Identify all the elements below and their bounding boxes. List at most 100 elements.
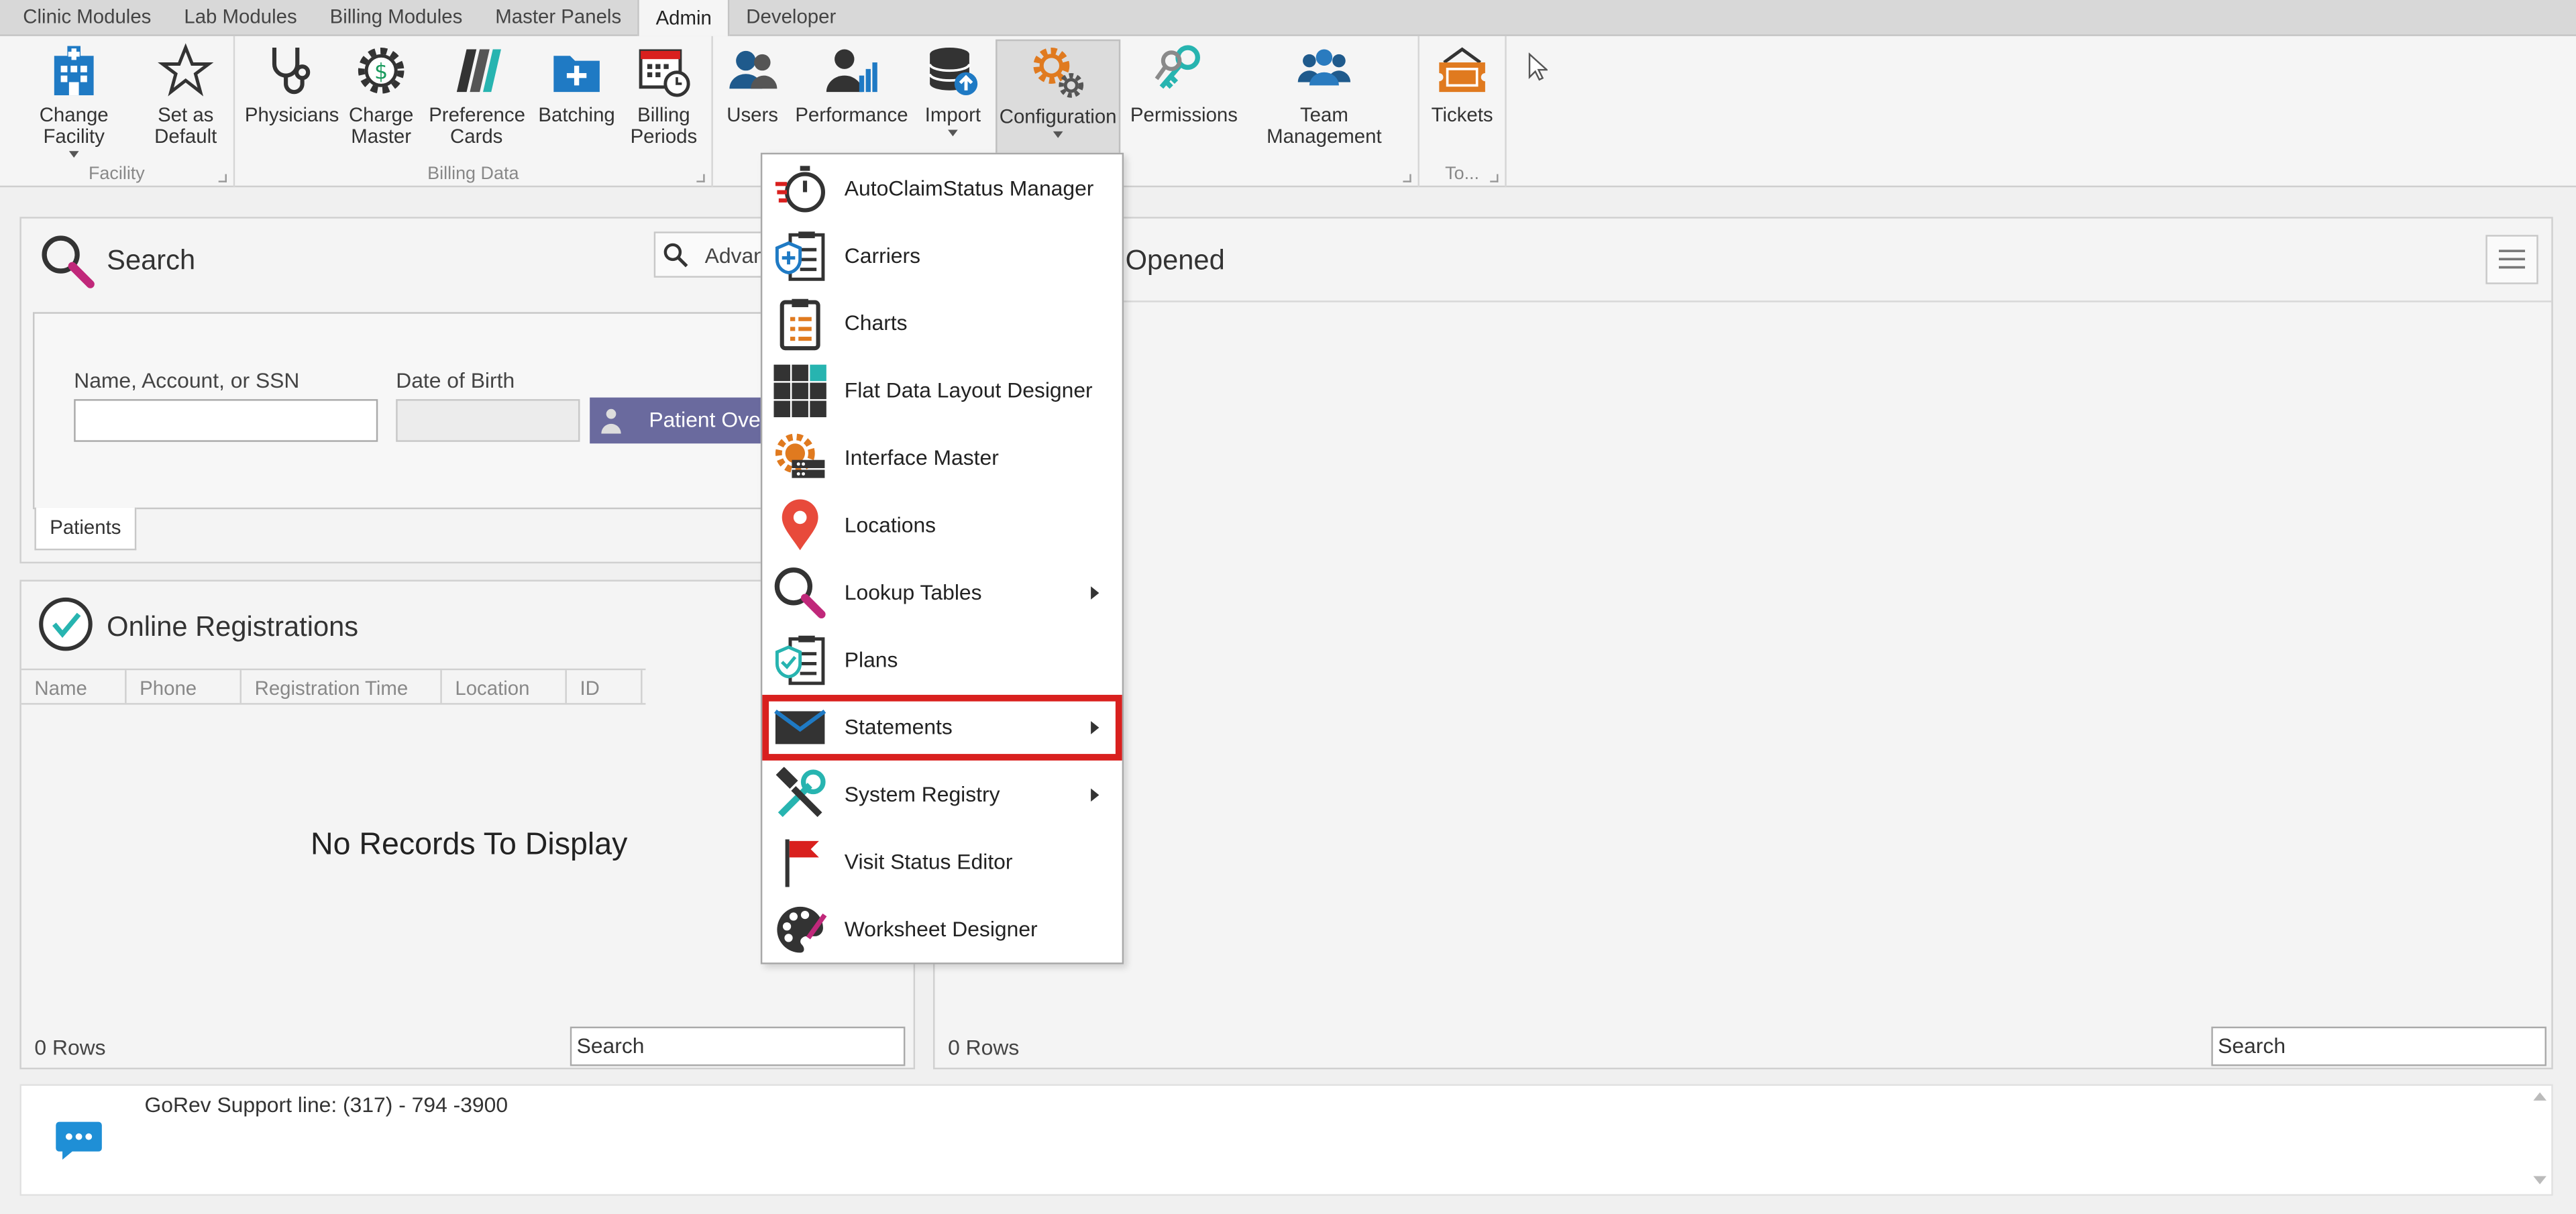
group-caption-billing-data: Billing Data bbox=[427, 164, 519, 184]
stopwatch-icon bbox=[775, 166, 826, 213]
physicians-button[interactable]: Physicians bbox=[245, 43, 339, 127]
tab-patients[interactable]: Patients bbox=[34, 507, 137, 551]
footer-scrollbar[interactable] bbox=[2532, 1092, 2548, 1191]
menu-item-label: Statements bbox=[844, 714, 953, 740]
ribbon: Change Facility Set as Default Facility bbox=[0, 36, 2576, 188]
menu-item-autoclaimstatus-manager[interactable]: AutoClaimStatus Manager bbox=[762, 156, 1122, 222]
column-header-id[interactable]: ID bbox=[567, 670, 643, 704]
set-as-default-button[interactable]: Set as Default bbox=[148, 43, 223, 148]
tab-lab-modules[interactable]: Lab Modules bbox=[168, 0, 313, 34]
menu-item-interface-master[interactable]: Interface Master bbox=[762, 425, 1122, 491]
tab-clinic-modules[interactable]: Clinic Modules bbox=[7, 0, 168, 34]
menu-item-system-registry[interactable]: System Registry bbox=[762, 762, 1122, 828]
name-account-ssn-input[interactable] bbox=[74, 399, 378, 442]
preference-cards-button[interactable]: Preference Cards bbox=[429, 43, 525, 148]
menu-item-statements[interactable]: Statements bbox=[762, 694, 1122, 761]
tab-developer[interactable]: Developer bbox=[730, 0, 853, 34]
menu-item-label: AutoClaimStatus Manager bbox=[844, 176, 1094, 201]
team-management-button[interactable]: Team Management bbox=[1242, 43, 1406, 148]
ticket-icon bbox=[1435, 47, 1490, 93]
configuration-button[interactable]: Configuration bbox=[996, 39, 1121, 158]
hamburger-icon bbox=[2498, 250, 2526, 269]
stethoscope-icon bbox=[272, 48, 311, 95]
user-chart-icon bbox=[826, 49, 877, 93]
group-expand-icon[interactable] bbox=[1403, 174, 1411, 182]
batching-button[interactable]: Batching bbox=[537, 43, 616, 127]
column-header-name[interactable]: Name bbox=[21, 670, 127, 704]
recent-search-input[interactable]: Search bbox=[2211, 1026, 2546, 1066]
tickets-button[interactable]: Tickets bbox=[1426, 43, 1499, 127]
search-title: Search bbox=[107, 244, 196, 276]
tab-master-panels[interactable]: Master Panels bbox=[479, 0, 638, 34]
registrations-grid-header: Name Phone Registration Time Location ID bbox=[21, 668, 646, 705]
configuration-label: Configuration bbox=[999, 105, 1117, 129]
team-management-label: Team Management bbox=[1267, 103, 1382, 148]
column-header-phone[interactable]: Phone bbox=[127, 670, 242, 704]
flag-icon bbox=[785, 839, 819, 887]
menu-item-label: System Registry bbox=[844, 781, 1000, 807]
preference-cards-label: Preference Cards bbox=[429, 103, 525, 148]
users-label: Users bbox=[727, 103, 779, 127]
divider bbox=[934, 300, 2552, 302]
chevron-down-icon bbox=[948, 129, 958, 137]
envelope-icon bbox=[774, 709, 826, 744]
patient-icon bbox=[601, 408, 621, 434]
menu-item-charts[interactable]: Charts bbox=[762, 290, 1122, 356]
menu-item-flat-data-layout-designer[interactable]: Flat Data Layout Designer bbox=[762, 358, 1122, 424]
users-button[interactable]: Users bbox=[723, 43, 782, 127]
menu-item-carriers[interactable]: Carriers bbox=[762, 223, 1122, 289]
menu-item-label: Lookup Tables bbox=[844, 580, 982, 605]
menu-item-visit-status-editor[interactable]: Visit Status Editor bbox=[762, 830, 1122, 895]
shield-clipboard-icon bbox=[775, 231, 825, 281]
search-icon bbox=[663, 243, 688, 268]
gears-icon bbox=[1033, 48, 1084, 98]
performance-label: Performance bbox=[795, 103, 908, 127]
magnifier-icon bbox=[42, 235, 95, 288]
patient-overview-label: Patient Ove bbox=[649, 407, 761, 433]
performance-button[interactable]: Performance bbox=[795, 43, 908, 127]
cards-icon bbox=[456, 49, 501, 93]
group-expand-icon[interactable] bbox=[218, 174, 227, 182]
import-button[interactable]: Import bbox=[920, 43, 985, 137]
column-header-location[interactable]: Location bbox=[442, 670, 567, 704]
charge-master-button[interactable]: $ Charge Master bbox=[343, 43, 419, 148]
batching-label: Batching bbox=[538, 103, 615, 127]
permissions-button[interactable]: Permissions bbox=[1130, 43, 1238, 127]
menu-item-label: Worksheet Designer bbox=[844, 916, 1038, 942]
ribbon-group-tools: Tickets To... bbox=[1419, 36, 1507, 188]
hospital-icon bbox=[54, 46, 94, 96]
billing-periods-button[interactable]: Billing Periods bbox=[626, 43, 702, 148]
palette-icon bbox=[777, 906, 827, 953]
database-import-icon bbox=[928, 48, 978, 96]
menu-item-label: Interface Master bbox=[844, 445, 999, 470]
menu-item-worksheet-designer[interactable]: Worksheet Designer bbox=[762, 897, 1122, 962]
menu-item-label: Flat Data Layout Designer bbox=[844, 378, 1093, 403]
tab-billing-modules[interactable]: Billing Modules bbox=[313, 0, 479, 34]
check-circle-icon bbox=[39, 597, 93, 651]
change-facility-button[interactable]: Change Facility bbox=[7, 43, 142, 158]
billing-periods-label: Billing Periods bbox=[630, 103, 698, 148]
mouse-cursor-icon bbox=[1528, 52, 1548, 81]
registrations-search-input[interactable]: Search bbox=[570, 1026, 906, 1066]
ribbon-group-facility: Change Facility Set as Default Facility bbox=[0, 36, 235, 188]
menu-item-lookup-tables[interactable]: Lookup Tables bbox=[762, 560, 1122, 626]
menu-item-locations[interactable]: Locations bbox=[762, 493, 1122, 559]
menu-button[interactable] bbox=[2485, 235, 2538, 284]
date-of-birth-input[interactable] bbox=[396, 399, 580, 442]
menu-item-label: Plans bbox=[844, 647, 898, 672]
app-window: Clinic Modules Lab Modules Billing Modul… bbox=[0, 0, 2576, 1214]
group-expand-icon[interactable] bbox=[1490, 174, 1499, 182]
chat-bubble-icon[interactable] bbox=[54, 1115, 103, 1164]
group-expand-icon[interactable] bbox=[696, 174, 705, 182]
ribbon-tabbar: Clinic Modules Lab Modules Billing Modul… bbox=[0, 0, 2576, 36]
recently-opened-title: Opened bbox=[1125, 244, 1225, 276]
rows-count: 0 Rows bbox=[948, 1034, 1020, 1060]
scroll-up-icon[interactable] bbox=[2533, 1092, 2546, 1101]
menu-item-plans[interactable]: Plans bbox=[762, 628, 1122, 694]
tab-admin[interactable]: Admin bbox=[637, 0, 730, 36]
patient-overview-button[interactable]: Patient Ove bbox=[590, 397, 771, 444]
star-icon bbox=[158, 43, 214, 97]
column-header-registration-time[interactable]: Registration Time bbox=[241, 670, 442, 704]
date-of-birth-label: Date of Birth bbox=[396, 368, 515, 393]
scroll-down-icon[interactable] bbox=[2533, 1176, 2546, 1184]
